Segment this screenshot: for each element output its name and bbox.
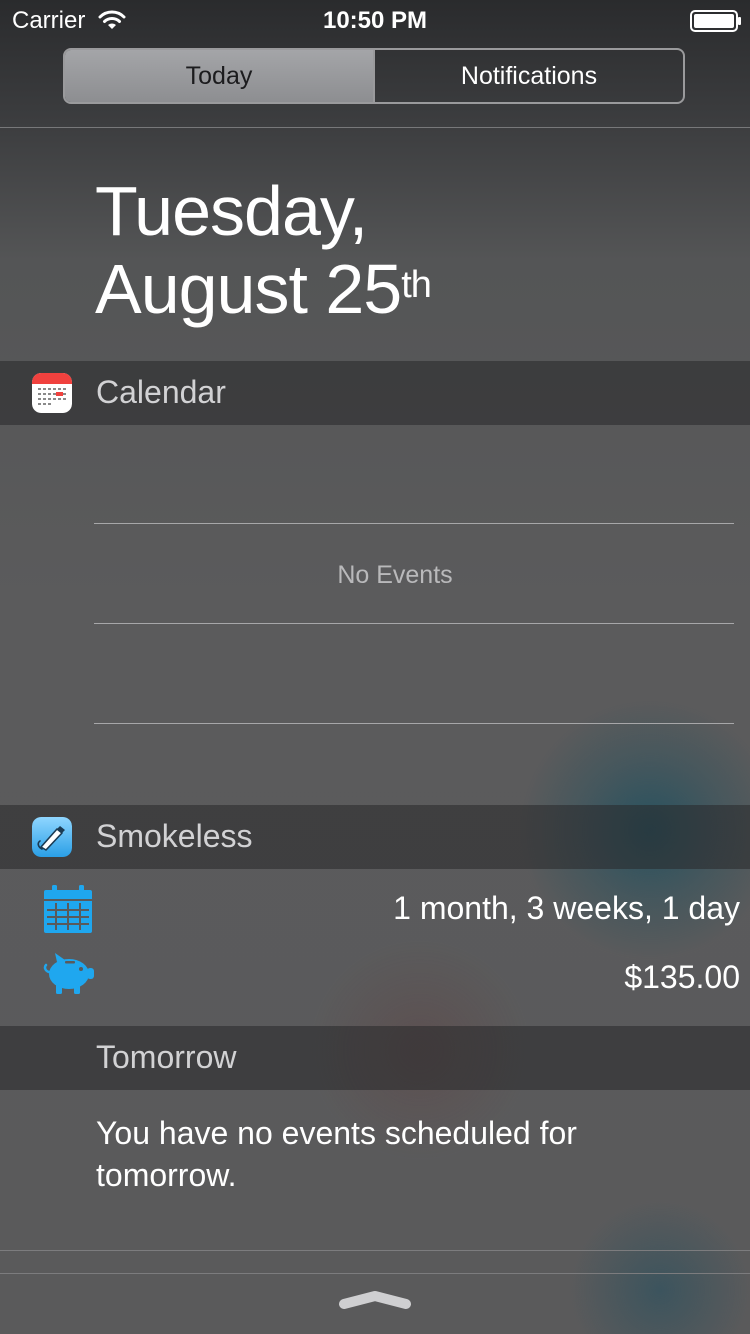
date-ordinal-suffix: th <box>401 264 432 306</box>
tomorrow-header: Tomorrow <box>0 1026 750 1090</box>
calendar-grid-icon <box>44 885 92 933</box>
piggy-bank-icon <box>43 953 94 994</box>
smokeless-app-icon <box>32 817 72 857</box>
no-events-label: No Events <box>337 561 453 589</box>
smokeless-widget-title: Smokeless <box>96 818 253 854</box>
calendar-widget-header[interactable]: Calendar <box>0 361 750 425</box>
date-heading: Tuesday, August 25th <box>95 172 432 328</box>
date-day: August 25th <box>95 250 432 328</box>
date-month-day: August 25 <box>95 250 402 328</box>
battery-icon <box>690 10 741 32</box>
calendar-widget-title: Calendar <box>96 374 226 410</box>
view-segmented-control: Today Notifications <box>63 48 685 104</box>
tab-today[interactable]: Today <box>65 50 375 102</box>
tab-notifications[interactable]: Notifications <box>375 50 683 102</box>
money-saved: $135.00 <box>624 959 740 995</box>
bottom-divider-2 <box>0 1273 750 1274</box>
status-bar: Carrier 10:50 PM <box>0 0 750 40</box>
bottom-divider-1 <box>0 1250 750 1251</box>
calendar-line-top <box>94 523 734 524</box>
calendar-line-bottom <box>94 723 734 724</box>
smoke-free-duration: 1 month, 3 weeks, 1 day <box>393 890 740 926</box>
status-time: 10:50 PM <box>322 7 428 34</box>
smokeless-widget-header[interactable]: Smokeless <box>0 805 750 869</box>
tomorrow-title: Tomorrow <box>96 1039 237 1075</box>
chevron-up-icon[interactable] <box>338 1290 412 1310</box>
calendar-line-middle <box>94 623 734 624</box>
calendar-app-icon <box>32 373 72 413</box>
tomorrow-summary: You have no events scheduled for tomorro… <box>96 1115 577 1193</box>
date-weekday: Tuesday, <box>95 172 368 250</box>
header-divider <box>0 127 750 128</box>
